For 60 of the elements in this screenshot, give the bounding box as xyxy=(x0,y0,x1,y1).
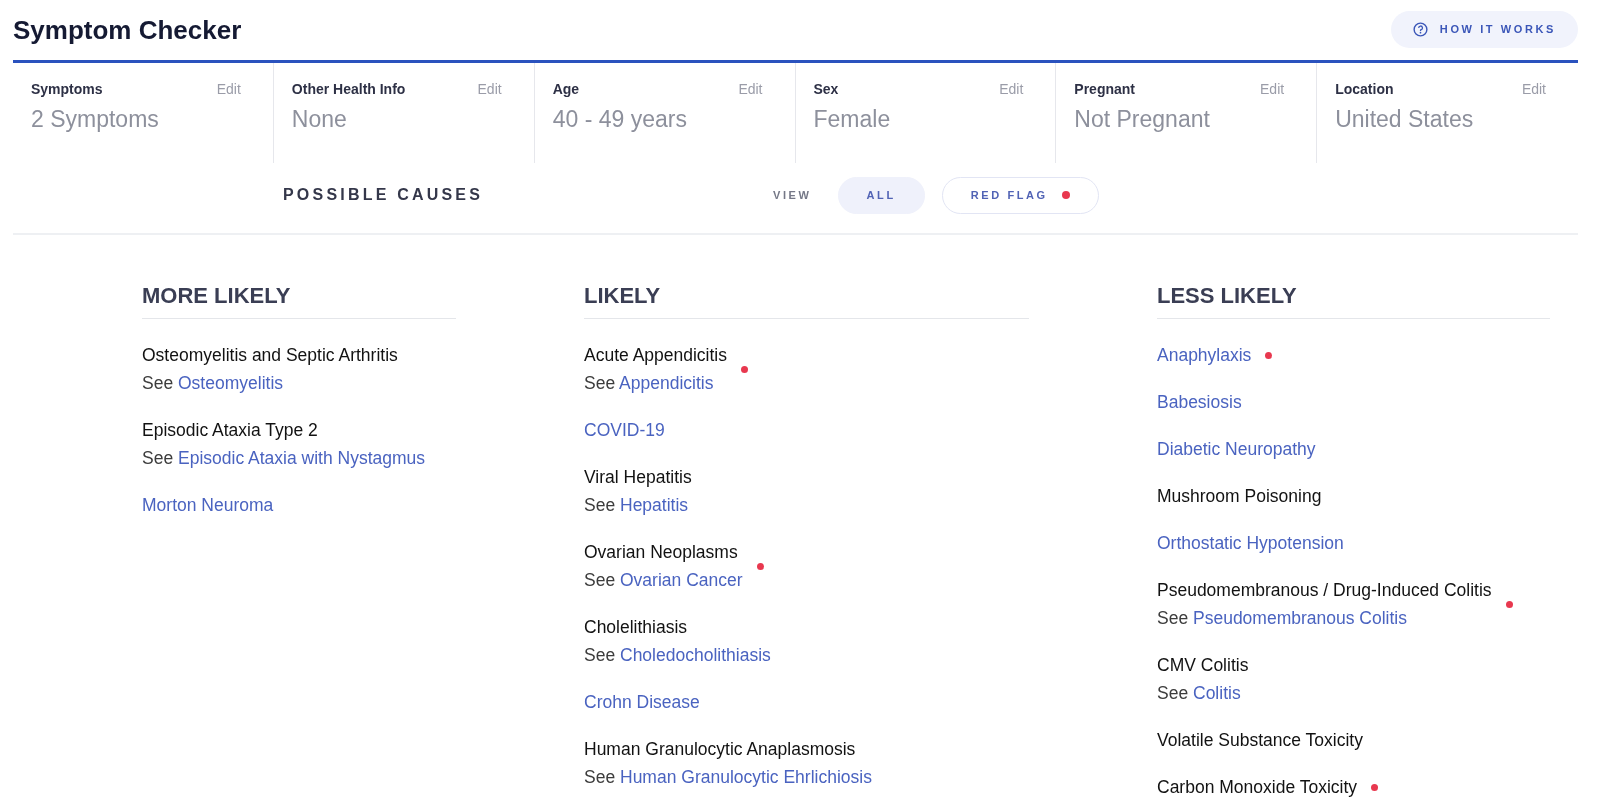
column-heading: LIKELY xyxy=(584,283,1029,319)
view-label: VIEW xyxy=(773,189,812,201)
condition-name: Acute Appendicitis xyxy=(584,344,727,367)
condition-name: Viral Hepatitis xyxy=(584,466,692,489)
see-also-link[interactable]: Colitis xyxy=(1193,683,1241,703)
field-label: Symptoms xyxy=(31,81,103,97)
condition-link[interactable]: Morton Neuroma xyxy=(142,491,274,519)
field-value: United States xyxy=(1335,106,1474,132)
field-label: Sex xyxy=(813,81,839,97)
filter-tab[interactable]: ALL xyxy=(837,176,925,214)
see-also-text: See Colitis xyxy=(1157,682,1242,705)
field-label: Pregnant xyxy=(1074,81,1135,97)
field-label: Other Health Info xyxy=(291,81,406,97)
field-value: 2 Symptoms xyxy=(31,106,159,132)
condition-name: Osteomyelitis and Septic Arthritis xyxy=(142,344,398,367)
see-also-text: See Osteomyelitis xyxy=(142,372,285,395)
condition-link[interactable]: COVID-19 xyxy=(584,416,665,444)
see-also-link[interactable]: Appendicitis xyxy=(619,373,714,393)
edit-link[interactable]: Edit xyxy=(216,81,241,97)
see-also-text: See Choledocholithiasis xyxy=(584,644,771,667)
see-also-link[interactable]: Episodic Ataxia with Nystagmus xyxy=(178,448,426,468)
condition-name: Human Granulocytic Anaplasmosis xyxy=(584,738,857,761)
see-also-link[interactable]: Hepatitis xyxy=(620,495,689,515)
condition-name: Carbon Monoxide Toxicity xyxy=(1157,776,1358,799)
see-also-text: See Human Granulocytic Ehrlichiosis xyxy=(584,766,872,789)
filter-tab[interactable]: RED FLAG xyxy=(941,176,1099,214)
condition-link[interactable]: Diabetic Neuropathy xyxy=(1157,435,1316,463)
field-label: Location xyxy=(1335,81,1394,97)
condition-name: Mushroom Poisoning xyxy=(1157,485,1322,508)
help-icon xyxy=(1412,21,1428,37)
field-value: None xyxy=(291,106,347,132)
condition-name: Ovarian Neoplasms xyxy=(584,541,739,564)
see-also-text: See Pseudomembranous Colitis xyxy=(1157,607,1408,630)
field-label: Age xyxy=(552,81,580,97)
condition-link[interactable]: Crohn Disease xyxy=(584,688,700,716)
condition-name: Pseudomembranous / Drug-Induced Colitis xyxy=(1157,579,1492,602)
condition-name: Volatile Substance Toxicity xyxy=(1157,729,1363,752)
column-heading: MORE LIKELY xyxy=(142,283,456,319)
field-value: Female xyxy=(813,106,891,132)
condition-name: Episodic Ataxia Type 2 xyxy=(142,419,319,442)
see-also-link[interactable]: Pseudomembranous Colitis xyxy=(1193,608,1407,628)
see-also-link[interactable]: Human Granulocytic Ehrlichiosis xyxy=(620,767,872,787)
condition-name: Cholelithiasis xyxy=(584,616,689,639)
see-also-text: See Episodic Ataxia with Nystagmus xyxy=(142,447,426,470)
section-title: POSSIBLE CAUSES xyxy=(283,186,485,204)
column-heading: LESS LIKELY xyxy=(1157,283,1550,319)
condition-link[interactable]: Anaphylaxis xyxy=(1157,341,1252,369)
how-it-works-button[interactable]: HOW IT WORKS xyxy=(1390,10,1578,48)
condition-name: CMV Colitis xyxy=(1157,654,1249,677)
condition-link[interactable]: Babesiosis xyxy=(1157,388,1242,416)
page-title: Symptom Checker xyxy=(13,14,242,46)
see-also-link[interactable]: Choledocholithiasis xyxy=(620,645,771,665)
condition-link[interactable]: Orthostatic Hypotension xyxy=(1157,529,1344,557)
see-also-text: See Hepatitis xyxy=(584,494,690,517)
see-also-text: See Appendicitis xyxy=(584,372,715,395)
see-also-link[interactable]: Osteomyelitis xyxy=(178,373,284,393)
field-value: Not Pregnant xyxy=(1074,106,1210,132)
see-also-text: See Ovarian Cancer xyxy=(584,569,743,592)
field-value: 40 - 49 years xyxy=(552,106,687,132)
see-also-link[interactable]: Ovarian Cancer xyxy=(620,570,743,590)
